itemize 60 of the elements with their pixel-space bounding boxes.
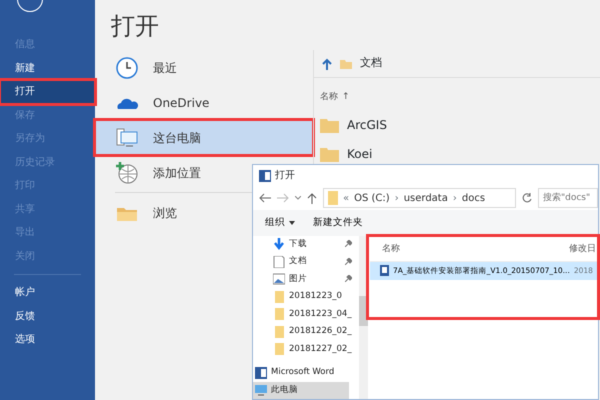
nav-item[interactable]: 20181223_0 bbox=[253, 288, 344, 306]
breadcrumb-text[interactable]: 文档 bbox=[360, 55, 382, 72]
page-title: 打开 bbox=[110, 11, 160, 42]
folder-name[interactable]: Koei bbox=[347, 144, 372, 162]
place-item[interactable]: 最近 bbox=[95, 50, 313, 85]
menu-item[interactable]: 新建 bbox=[0, 56, 95, 80]
path-segment[interactable]: OS (C:) bbox=[354, 190, 390, 206]
column-header[interactable]: 名称 bbox=[320, 91, 338, 105]
folder-icon bbox=[273, 290, 285, 303]
address-field[interactable]: « OS (C:) › userdata › docs bbox=[323, 188, 516, 208]
down-arrow-icon bbox=[273, 238, 285, 250]
back-arrow-icon bbox=[259, 193, 271, 204]
folder-icon bbox=[340, 58, 352, 68]
up-arrow-icon bbox=[322, 58, 332, 70]
word-icon bbox=[259, 170, 271, 182]
path-segment[interactable]: docs bbox=[462, 190, 486, 206]
document-icon bbox=[273, 256, 285, 268]
dialog-title: 打开 bbox=[275, 168, 295, 184]
picture-icon bbox=[273, 273, 285, 286]
word-icon bbox=[255, 366, 267, 379]
nav-item[interactable]: Microsoft Word bbox=[253, 364, 336, 382]
menu-item[interactable]: 打开 bbox=[0, 80, 95, 104]
refresh-icon bbox=[522, 193, 532, 204]
globe-plus-icon bbox=[115, 160, 139, 184]
folder-icon bbox=[273, 308, 285, 320]
path-prefix: « bbox=[343, 192, 350, 206]
nav-item[interactable]: 文档 bbox=[253, 253, 309, 270]
chevron: › bbox=[452, 192, 457, 206]
place-item[interactable]: 这台电脑 bbox=[95, 120, 313, 155]
chevron: › bbox=[394, 192, 399, 206]
menu-item[interactable]: 帐户 bbox=[0, 281, 95, 304]
nav-item[interactable]: 20181223_04_ bbox=[253, 306, 354, 323]
document-icon bbox=[380, 265, 389, 276]
nav-item[interactable]: 下载 bbox=[253, 236, 309, 253]
search-field[interactable]: 搜索"docs" bbox=[538, 188, 598, 208]
folder-icon bbox=[320, 116, 339, 132]
path-segment[interactable]: userdata bbox=[404, 190, 448, 206]
clock-icon bbox=[115, 56, 139, 80]
up-arrow-icon bbox=[307, 192, 317, 204]
sort-arrow: ↑ bbox=[342, 91, 350, 104]
nav-item[interactable]: 20181226_02_ bbox=[253, 323, 354, 340]
menu-item[interactable]: 反馈 bbox=[0, 304, 95, 328]
place-item[interactable]: OneDrive bbox=[95, 85, 313, 120]
nav-item[interactable]: 图片 bbox=[253, 270, 309, 288]
folder-icon bbox=[273, 343, 285, 356]
forward-arrow-icon bbox=[277, 193, 289, 204]
toolbar-button[interactable]: 新建文件夹 bbox=[313, 216, 363, 230]
menu-item[interactable]: 选项 bbox=[0, 328, 95, 352]
column-header[interactable]: 名称 bbox=[382, 243, 400, 257]
folder-icon bbox=[320, 146, 339, 162]
folder-name[interactable]: ArcGIS bbox=[347, 116, 387, 134]
column-header[interactable]: 修改日 bbox=[569, 243, 598, 257]
computer-icon bbox=[115, 126, 139, 150]
folder-icon bbox=[328, 191, 338, 206]
nav-item[interactable]: 此电脑 bbox=[253, 382, 349, 399]
caret-icon bbox=[295, 196, 301, 200]
toolbar-button[interactable]: 组织 bbox=[265, 216, 295, 230]
nav-item[interactable]: 20181227_02_ bbox=[253, 340, 354, 358]
monitor-icon bbox=[255, 384, 267, 396]
folder-icon bbox=[273, 326, 285, 338]
